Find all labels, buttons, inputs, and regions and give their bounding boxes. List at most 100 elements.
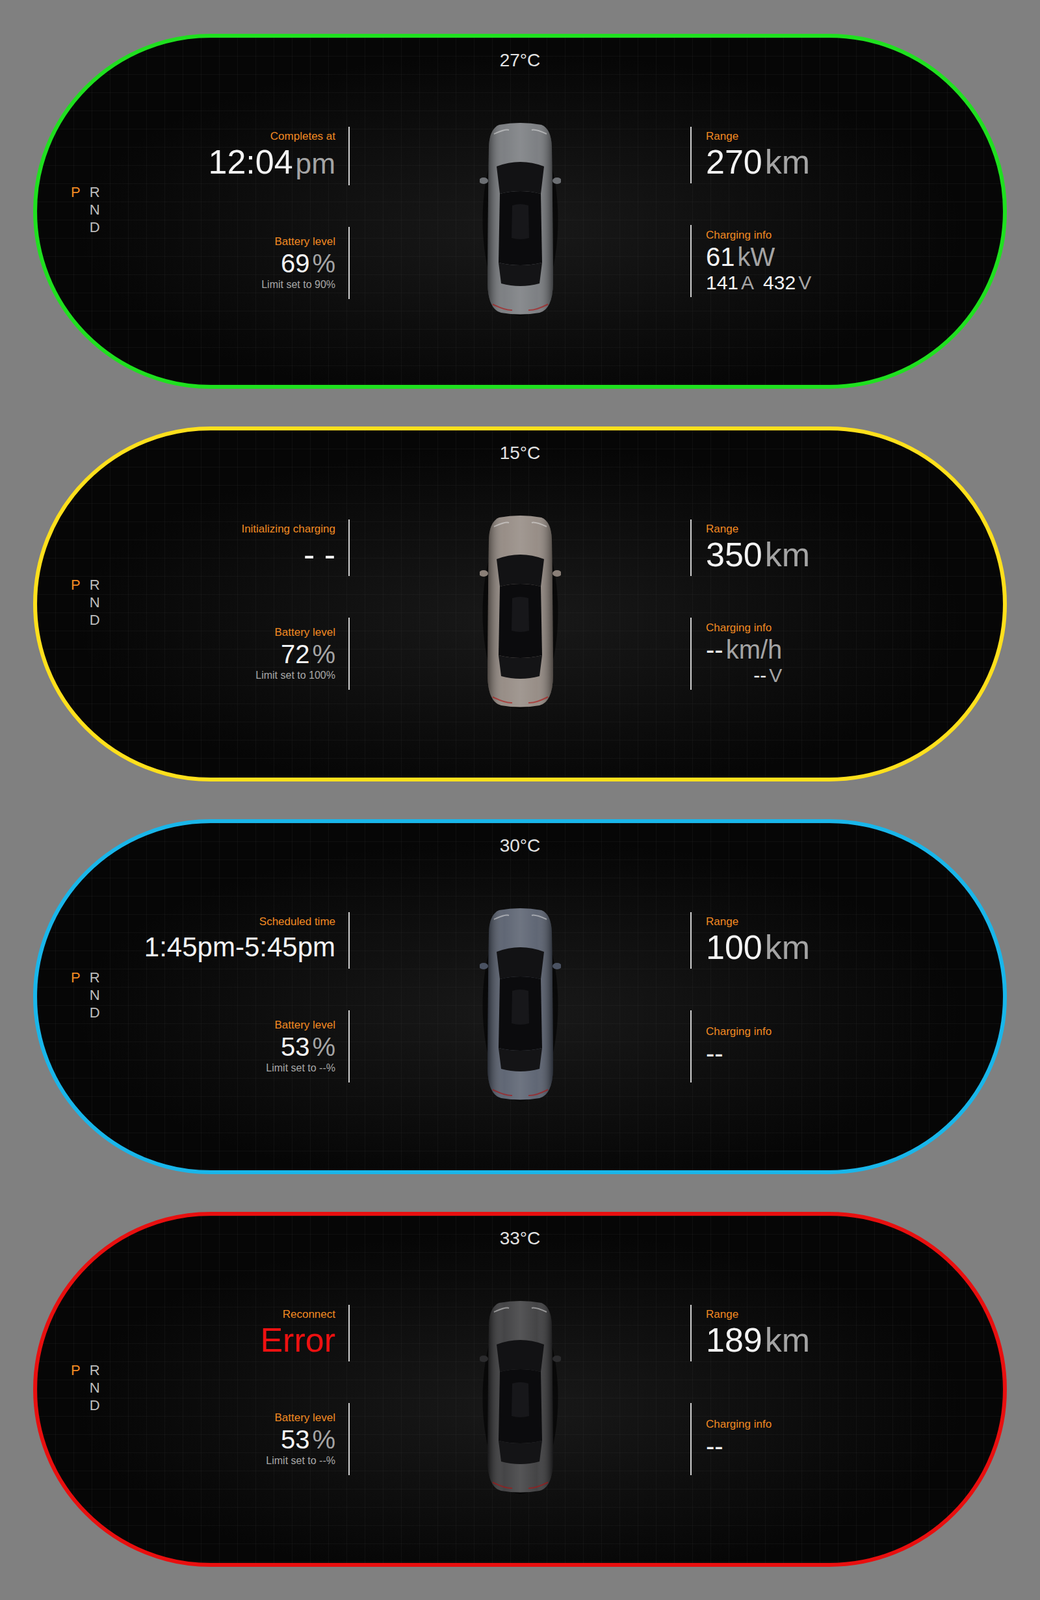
- value-number: --: [705, 1431, 724, 1460]
- value-unit: pm: [295, 147, 336, 180]
- battery-value: 53%: [280, 1424, 336, 1455]
- value-number: --: [705, 635, 724, 664]
- charging-values: --km/h--V: [705, 634, 782, 687]
- value-unit: km: [765, 928, 810, 966]
- status-value: 1:45pm-5:45pm: [144, 928, 336, 966]
- charging-label: Charging info: [705, 620, 772, 635]
- right-info: Range350kmCharging info--km/h--V: [690, 519, 1003, 690]
- gear-item[interactable]: N: [89, 1378, 101, 1397]
- car-column: [349, 513, 691, 778]
- charging-panel: 27°CPRNDCompletes at12:04pmBattery level…: [33, 33, 1007, 389]
- charging-panel: 33°C PRND ReconnectError Battery level53%Li…: [33, 1211, 1007, 1567]
- battery-label: Battery level: [274, 1410, 336, 1425]
- car-column: [349, 906, 691, 1170]
- gear-item[interactable]: D: [89, 611, 101, 629]
- battery-group: Battery level53%Limit set to --%: [265, 1010, 350, 1083]
- gear-active[interactable]: P: [70, 183, 81, 201]
- car-column: [349, 120, 691, 385]
- value-number: 141: [705, 271, 739, 294]
- gear-selector[interactable]: PRND: [70, 1361, 101, 1414]
- car-icon: [479, 906, 561, 1102]
- battery-label: Battery level: [274, 1017, 336, 1032]
- gear-item[interactable]: D: [89, 1003, 101, 1022]
- range-label: Range: [705, 1307, 739, 1321]
- battery-limit: Limit set to --%: [265, 1061, 336, 1075]
- battery-label: Battery level: [274, 234, 336, 249]
- value-number: 53: [280, 1424, 311, 1454]
- value-number: 12:04: [208, 143, 293, 181]
- car-icon: [479, 513, 561, 709]
- charging-group: Charging info--: [690, 1402, 772, 1475]
- left-column: PRND ReconnectError Battery level53%Limit …: [37, 1298, 350, 1563]
- charging-primary: --: [705, 1038, 724, 1068]
- gear-selector[interactable]: PRND: [70, 968, 101, 1022]
- value-unit: %: [312, 1032, 336, 1061]
- charging-panel: 15°CPRNDInitializing charging- -Battery …: [33, 426, 1007, 782]
- charging-label: Charging info: [705, 1024, 772, 1039]
- range-group: Range189km: [690, 1304, 810, 1362]
- left-column: PRNDScheduled time1:45pm-5:45pmBattery l…: [37, 906, 350, 1170]
- value-unit: %: [312, 1424, 336, 1454]
- status-label: Reconnect: [282, 1307, 336, 1321]
- battery-value: 72%: [280, 638, 336, 669]
- gear-active[interactable]: P: [70, 1361, 81, 1379]
- temperature: 33°C: [37, 1227, 1003, 1250]
- range-label: Range: [705, 521, 739, 536]
- status-group: ReconnectError: [260, 1304, 350, 1362]
- range-label: Range: [705, 129, 739, 143]
- value-number: 72: [280, 639, 311, 669]
- value-unit: km/h: [726, 635, 783, 664]
- gear-item[interactable]: R: [89, 968, 101, 987]
- battery-limit: Limit set to 100%: [255, 668, 336, 682]
- status-value: Error: [260, 1320, 336, 1359]
- value-number: 69: [280, 248, 311, 278]
- car-icon: [479, 120, 561, 316]
- value-number: 61: [705, 242, 736, 272]
- left-info: Initializing charging- -Battery level72%…: [241, 519, 350, 690]
- gear-item[interactable]: D: [89, 218, 101, 236]
- battery-group: Battery level53%Limit set to --%: [265, 1402, 350, 1475]
- right-info: Range270kmCharging info61kW141A432V: [690, 126, 1003, 298]
- value-unit: %: [312, 248, 336, 278]
- value-unit: V: [798, 271, 812, 294]
- left-info: ReconnectError Battery level53%Limit set …: [260, 1304, 350, 1475]
- charging-panel: 30°CPRNDScheduled time1:45pm-5:45pmBatte…: [33, 819, 1007, 1174]
- charging-label: Charging info: [705, 228, 772, 242]
- gear-active[interactable]: P: [70, 575, 81, 594]
- left-column: PRND Completes at12:04pm Battery level69%L…: [37, 120, 350, 385]
- left-info: Completes at12:04pm Battery level69%Limit…: [208, 126, 350, 299]
- value-number: 100: [705, 928, 763, 966]
- charging-group: Charging info--km/h--V: [690, 617, 782, 690]
- charging-values: --: [705, 1038, 724, 1068]
- right-column: Range270kmCharging info61kW141A432V: [690, 120, 1003, 385]
- status-value: 12:04pm: [208, 143, 336, 183]
- charging-primary: --km/h: [705, 634, 782, 665]
- status-group: Scheduled time1:45pm-5:45pm: [144, 911, 350, 969]
- gear-item[interactable]: R: [89, 1361, 101, 1379]
- charging-reading: --V: [753, 664, 782, 687]
- gear-selector[interactable]: PRND: [70, 575, 101, 629]
- gear-item[interactable]: R: [89, 183, 101, 201]
- gear-item[interactable]: D: [89, 1396, 101, 1414]
- value-number: --: [753, 664, 767, 686]
- battery-limit: Limit set to --%: [265, 1454, 336, 1468]
- value-unit: %: [312, 639, 336, 669]
- battery-limit: Limit set to 90%: [261, 278, 336, 292]
- charging-values: --: [705, 1430, 724, 1461]
- right-column: Range189km Charging info--: [690, 1298, 1003, 1563]
- status-label: Scheduled time: [259, 914, 336, 929]
- gear-item[interactable]: N: [89, 986, 101, 1004]
- charging-primary: 61kW: [705, 241, 775, 272]
- gear-active[interactable]: P: [70, 968, 81, 987]
- value-unit: kW: [737, 242, 776, 272]
- gear-item[interactable]: R: [89, 575, 101, 594]
- value-number: - -: [303, 535, 336, 574]
- status-group: Completes at12:04pm: [208, 126, 350, 186]
- status-group: Initializing charging- -: [241, 519, 350, 576]
- gear-item[interactable]: N: [89, 593, 101, 611]
- right-column: Range350kmCharging info--km/h--V: [690, 513, 1003, 778]
- gear-list: RND: [89, 575, 101, 629]
- gear-item[interactable]: N: [89, 200, 101, 219]
- gear-list: RND: [89, 968, 101, 1022]
- gear-selector[interactable]: PRND: [70, 183, 101, 236]
